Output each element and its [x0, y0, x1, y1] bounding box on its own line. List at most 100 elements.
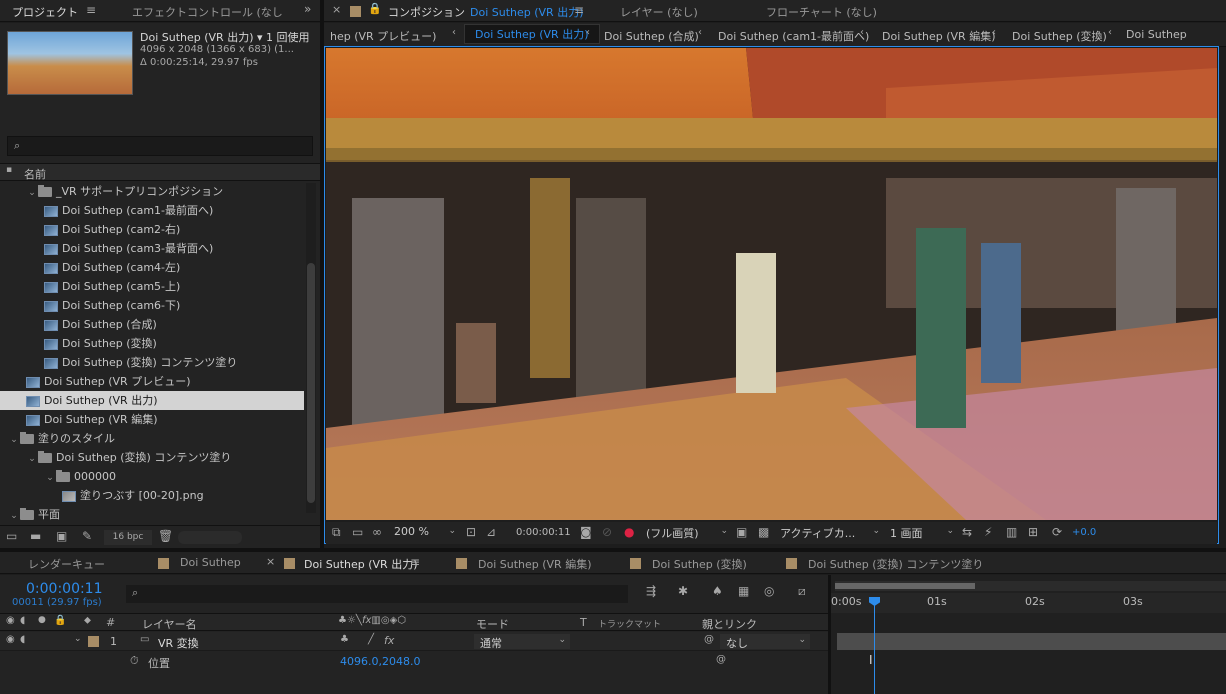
breadcrumb-item[interactable]: Doi Suthep (変換) [1012, 28, 1107, 44]
fx-switch[interactable]: fx [384, 634, 394, 647]
breadcrumb-item[interactable]: hep (VR プレビュー) [330, 28, 436, 44]
comp-tab-name[interactable]: Doi Suthep (VR 出力) [470, 4, 584, 20]
lock-icon[interactable]: 🔒 [368, 3, 382, 14]
transparency-grid-icon[interactable]: ⊿ [486, 526, 496, 538]
close-icon[interactable]: × [332, 4, 341, 15]
footer-zoom-slider[interactable] [178, 531, 242, 544]
project-tab[interactable]: プロジェクト [12, 4, 78, 20]
flowchart-button-icon[interactable]: ✎ [82, 530, 92, 542]
layer-tab[interactable]: レイヤー (なし) [620, 4, 698, 20]
tree-folder[interactable]: ⌄ 000000 [0, 467, 304, 486]
bpc-button[interactable]: 16 bpc [104, 530, 152, 545]
checkerboard-icon[interactable]: ▩ [758, 526, 769, 538]
tree-item[interactable]: Doi Suthep (cam4-左) [0, 258, 304, 277]
layer-search[interactable]: ⌕ [126, 585, 628, 603]
camera-dropdown[interactable]: アクティブカ... ⌄ [780, 525, 880, 541]
expand-chevron-icon[interactable]: ⌄ [74, 635, 82, 644]
breadcrumb-item[interactable]: Doi Suthep (合成) [604, 28, 699, 44]
tree-item[interactable]: Doi Suthep (cam1-最前面へ) [0, 201, 304, 220]
channel-icon[interactable]: ● [624, 526, 634, 538]
audio-toggle-icon[interactable]: ◖ [20, 635, 25, 645]
timeline-graph[interactable]: 0:00s 01s 02s 03s I [831, 575, 1226, 694]
timeline-tab[interactable]: Doi Suthep (変換) [652, 556, 747, 572]
interpret-footage-icon[interactable]: ▭ [6, 530, 17, 542]
tree-folder[interactable]: ⌄ 平面 [0, 505, 304, 524]
name-column-header[interactable]: 名前 [24, 166, 46, 182]
tree-item[interactable]: Doi Suthep (cam2-右) [0, 220, 304, 239]
property-value[interactable]: 4096.0,2048.0 [340, 655, 420, 668]
timeline-icon[interactable]: ▥ [1006, 526, 1017, 538]
effect-controls-tab[interactable]: エフェクトコントロール (なし [132, 4, 283, 20]
panel-menu-icon[interactable]: ≡ [86, 4, 96, 16]
shy-icon[interactable]: ♠ [712, 585, 723, 597]
shy-switch-icon[interactable]: ♣ [340, 635, 349, 645]
draft-3d-icon[interactable]: ✱ [678, 585, 688, 597]
tree-item[interactable]: Doi Suthep (cam6-下) [0, 296, 304, 315]
comp-panel-menu-icon[interactable]: ≡ [574, 4, 584, 16]
breadcrumb-item[interactable]: Doi Suthep (VR 編集) [882, 28, 996, 44]
tree-item[interactable]: 塗りつぶす [00-20].png [0, 486, 304, 505]
visibility-eye-icon[interactable]: ◉ [6, 635, 15, 645]
breadcrumb-item[interactable]: Doi Suthep (cam1-最前面へ) [718, 28, 869, 44]
playhead[interactable] [874, 597, 875, 694]
tree-item[interactable]: Doi Suthep (cam5-上) [0, 277, 304, 296]
tree-folder[interactable]: ⌄ 塗りのスタイル [0, 429, 304, 448]
trackmatte-header[interactable]: トラックマット [598, 617, 661, 630]
work-area-range[interactable] [835, 583, 975, 589]
current-timecode[interactable]: 0:00:00:11 [26, 581, 103, 597]
new-folder-icon[interactable]: ▬ [30, 530, 41, 542]
item-name[interactable]: Doi Suthep (VR 出力) ▾ [140, 29, 263, 45]
parent-dropdown[interactable]: なし ⌄ [720, 634, 810, 650]
zoom-dropdown[interactable]: 200 % ⌄ [394, 525, 458, 541]
close-icon[interactable]: × [266, 556, 275, 567]
comp-mini-flowchart-icon[interactable]: ⇶ [646, 585, 656, 597]
project-scrollbar[interactable] [306, 183, 316, 513]
mode-dropdown[interactable]: 通常 ⌄ [474, 634, 570, 650]
layer-row[interactable]: ◉ ◖ ⌄ 1 ▭ VR 変換 ♣ ╱ fx 通常 ⌄ @ なし ⌄ [0, 632, 828, 651]
stopwatch-icon[interactable]: ⏱ [130, 655, 139, 666]
views-dropdown[interactable]: 1 画面 ⌄ [890, 525, 954, 541]
property-row[interactable]: ⏱ 位置 4096.0,2048.0 @ [0, 652, 828, 671]
pickwhip-icon[interactable]: @ [704, 635, 714, 645]
region-icon[interactable]: ⊡ [466, 526, 476, 538]
breadcrumb-item[interactable]: Doi Suthep [1126, 28, 1187, 41]
tree-item[interactable]: Doi Suthep (VR プレビュー) [0, 372, 304, 391]
new-comp-icon[interactable]: ▣ [56, 530, 67, 542]
layer-name[interactable]: VR 変換 [158, 635, 199, 651]
timeline-tab[interactable]: Doi Suthep [180, 556, 241, 569]
mode-header[interactable]: モード [476, 616, 509, 632]
layer-label-swatch[interactable] [88, 636, 99, 647]
work-area-bar[interactable] [835, 581, 1226, 591]
motion-blur-icon[interactable]: ◎ [764, 585, 774, 597]
property-pickwhip-icon[interactable]: @ [716, 655, 726, 665]
project-search-input[interactable] [32, 139, 302, 153]
roi-icon[interactable]: ▣ [736, 526, 747, 538]
render-queue-tab[interactable]: レンダーキュー [28, 556, 105, 572]
tree-item[interactable]: Doi Suthep (VR 編集) [0, 410, 304, 429]
time-ruler[interactable]: 0:00s 01s 02s 03s [831, 593, 1226, 613]
layer-name-header[interactable]: レイヤー名 [142, 616, 197, 632]
show-snapshot-icon[interactable]: ⊘ [602, 526, 612, 538]
tree-item[interactable]: Doi Suthep (変換) コンテンツ塗り [0, 353, 304, 372]
fast-preview-icon[interactable]: ⚡ [984, 526, 992, 538]
timeline-menu-icon[interactable]: ≡ [410, 556, 420, 568]
tree-folder[interactable]: ⌄ _VR サポートプリコンポジション [0, 182, 304, 201]
parent-header[interactable]: 親とリンク [702, 616, 757, 632]
frame-blending-icon[interactable]: ▦ [738, 585, 749, 597]
resolution-dropdown[interactable]: (フル画質) ⌄ [646, 525, 728, 541]
tree-item[interactable]: Doi Suthep (cam3-最背面へ) [0, 239, 304, 258]
timeline-tab[interactable]: Doi Suthep (VR 編集) [478, 556, 592, 572]
trash-icon[interactable]: 🗑 [158, 530, 173, 542]
monitor-icon[interactable]: ▭ [352, 526, 363, 538]
comp-viewer[interactable] [326, 48, 1217, 520]
tree-folder[interactable]: ⌄ Doi Suthep (変換) コンテンツ塗り [0, 448, 304, 467]
reset-exposure-icon[interactable]: ⟳ [1052, 526, 1062, 538]
keyframe-marker[interactable]: I [869, 653, 873, 667]
viewer-timecode[interactable]: 0:00:00:11 [516, 527, 571, 538]
timeline-tab[interactable]: Doi Suthep (変換) コンテンツ塗り [808, 556, 983, 572]
tree-item[interactable]: Doi Suthep (合成) [0, 315, 304, 334]
flowchart-mini-icon[interactable]: ⊞ [1028, 526, 1038, 538]
graph-editor-icon[interactable]: ⧄ [798, 585, 806, 597]
layer-duration-bar[interactable] [837, 633, 1226, 650]
panel-overflow-icon[interactable]: » [304, 3, 311, 15]
